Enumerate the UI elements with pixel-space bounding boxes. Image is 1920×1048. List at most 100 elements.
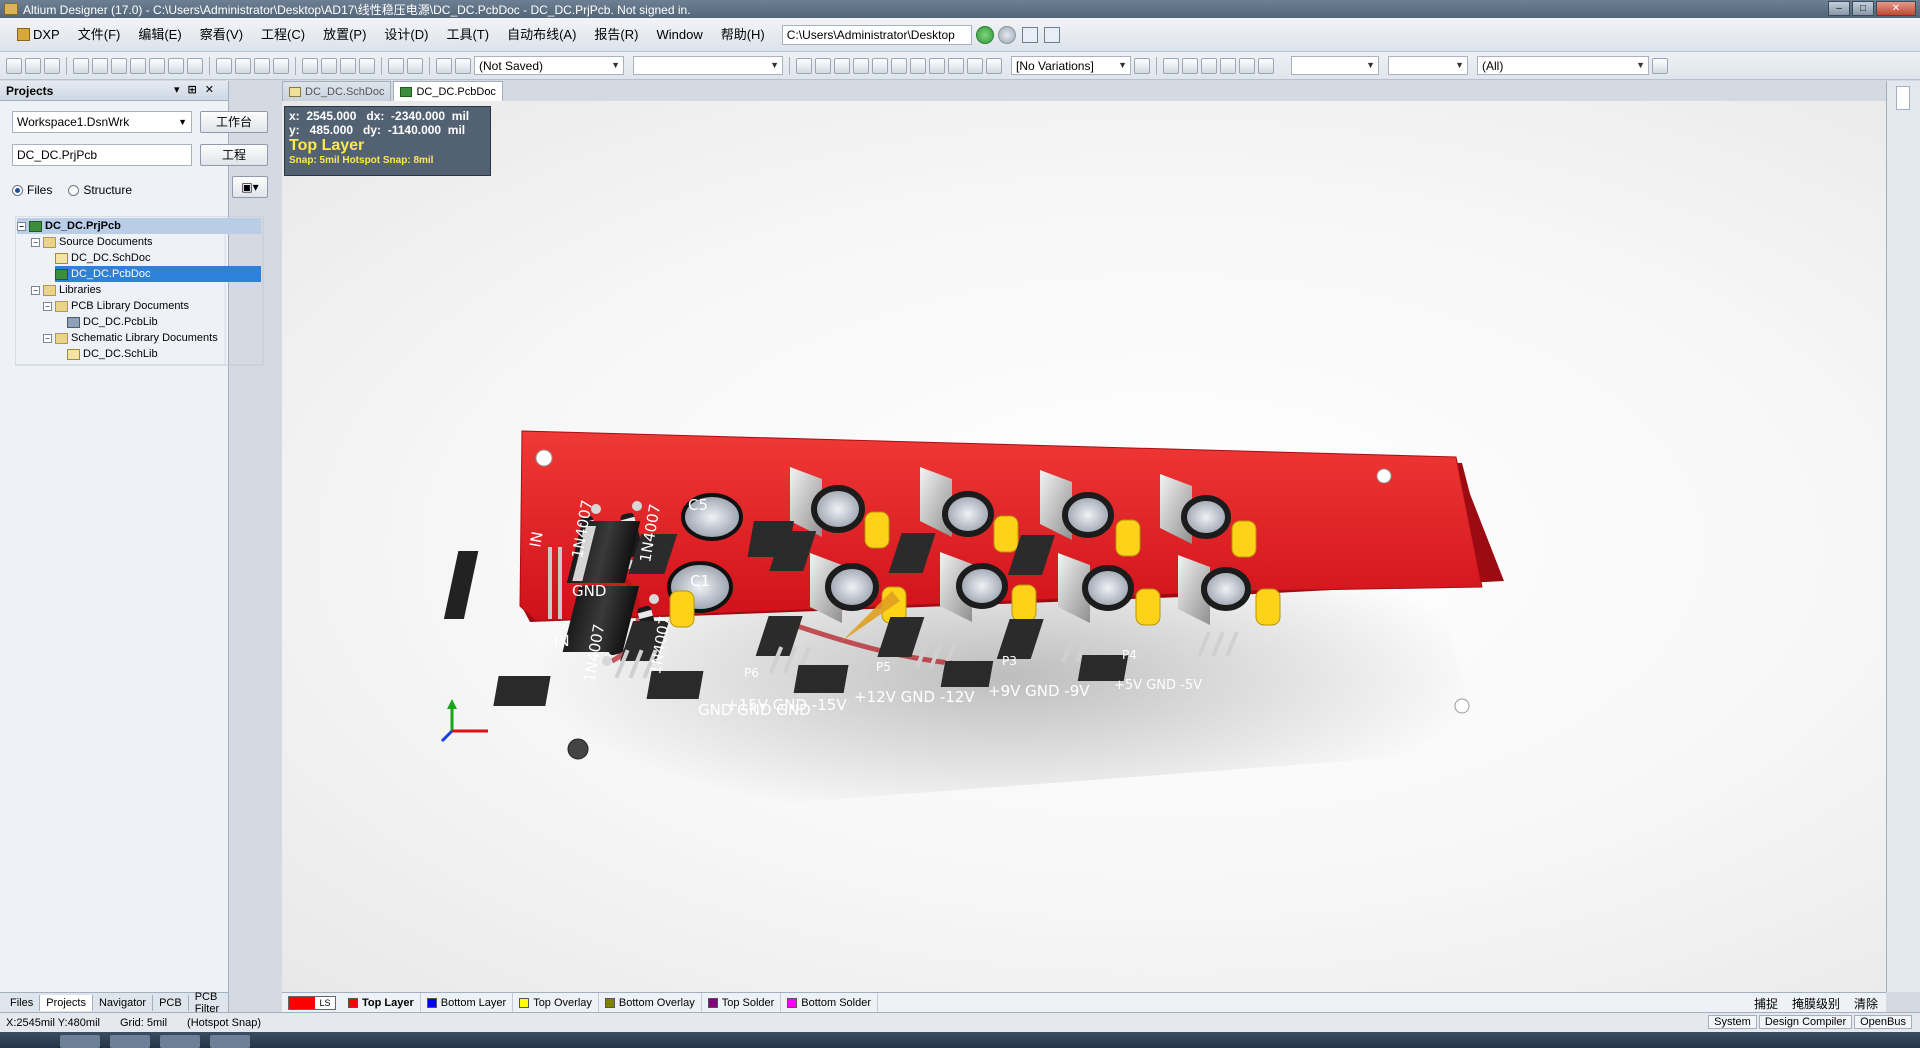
side-panel-toggle[interactable] (1896, 86, 1910, 110)
print-icon[interactable] (73, 57, 89, 74)
layer-tab-bottom-layer[interactable]: Bottom Layer (421, 992, 514, 1013)
menu-edit[interactable]: 编辑(E) (129, 24, 190, 46)
openbus-button[interactable]: OpenBus (1854, 1015, 1912, 1029)
saved-state-combo[interactable]: (Not Saved) ▼ (474, 56, 624, 75)
tree-item-schlib[interactable]: DC_DC.SchLib (67, 346, 158, 362)
doc-tab-schdoc[interactable]: DC_DC.SchDoc (282, 81, 392, 101)
menu-file[interactable]: 文件(F) (69, 24, 130, 46)
empty-combo[interactable]: ▼ (633, 56, 783, 75)
crossprobe-icon[interactable] (436, 57, 452, 74)
workspace-select[interactable]: Workspace1.DsnWrk ▼ (12, 111, 192, 133)
mask-level-button[interactable]: 掩膜级别 (1792, 995, 1840, 1012)
collapse-icon[interactable]: − (31, 285, 40, 295)
clear-button[interactable]: 清除 (1854, 995, 1878, 1012)
select-area-icon[interactable] (302, 57, 318, 74)
menu-window[interactable]: Window (647, 24, 711, 46)
multi-route-icon[interactable] (834, 57, 850, 74)
filter-all-combo[interactable]: (All) ▼ (1477, 56, 1649, 75)
project-options-button[interactable]: ▣▾ (232, 176, 268, 198)
cut-icon[interactable] (216, 57, 232, 74)
home-icon[interactable] (1021, 26, 1038, 43)
move-icon[interactable] (321, 57, 337, 74)
tree-item-project[interactable]: − DC_DC.PrjPcb (17, 218, 261, 234)
back-icon[interactable] (975, 25, 994, 44)
undo-icon[interactable] (388, 57, 404, 74)
tab-projects[interactable]: Projects (40, 994, 93, 1011)
string-icon[interactable] (967, 57, 983, 74)
tab-pcb[interactable]: PCB (153, 994, 189, 1011)
pad-icon[interactable] (872, 57, 888, 74)
workspace-button[interactable]: 工作台 (200, 111, 268, 133)
taskbar-app-icon[interactable] (210, 1035, 250, 1048)
taskbar-app-icon[interactable] (110, 1035, 150, 1048)
variant-manager-icon[interactable] (1134, 57, 1150, 74)
taskbar-app-icon[interactable] (160, 1035, 200, 1048)
design-compiler-button[interactable]: Design Compiler (1758, 1015, 1853, 1029)
print-preview-icon[interactable] (92, 57, 108, 74)
menu-design[interactable]: 设计(D) (375, 24, 437, 46)
menu-autoroute[interactable]: 自动布线(A) (498, 24, 585, 46)
tree-item-libraries[interactable]: − Libraries (31, 282, 101, 298)
maximize-button[interactable]: □ (1852, 1, 1874, 16)
arc-icon[interactable] (853, 57, 869, 74)
filter-icon[interactable] (187, 57, 203, 74)
collapse-icon[interactable]: − (17, 221, 26, 231)
zoom-area-icon[interactable] (149, 57, 165, 74)
menu-view[interactable]: 察看(V) (191, 24, 252, 46)
filter-combo-2[interactable]: ▼ (1388, 56, 1468, 75)
project-button[interactable]: 工程 (200, 144, 268, 166)
layer-tab-bottom-solder[interactable]: Bottom Solder (781, 992, 878, 1013)
tab-navigator[interactable]: Navigator (93, 994, 154, 1011)
layer-tab-top-solder[interactable]: Top Solder (702, 992, 782, 1013)
project-field[interactable]: DC_DC.PrjPcb (12, 144, 192, 166)
menu-dxp[interactable]: DXP (8, 24, 69, 46)
deselect-icon[interactable] (340, 57, 356, 74)
via-icon[interactable] (891, 57, 907, 74)
tree-item-pcbdoc[interactable]: DC_DC.PcbDoc (55, 266, 261, 282)
diff-pair-icon[interactable] (815, 57, 831, 74)
snap-button[interactable]: 捕捉 (1754, 995, 1778, 1012)
tree-item-pcblib[interactable]: DC_DC.PcbLib (67, 314, 158, 330)
refresh-icon[interactable] (1043, 26, 1060, 43)
current-layer-color[interactable]: LS (288, 995, 336, 1010)
collapse-icon[interactable]: − (31, 237, 40, 247)
clear-highlight-icon[interactable] (1652, 57, 1668, 74)
fill-icon[interactable] (929, 57, 945, 74)
path-field[interactable]: C:\Users\Administrator\Desktop (781, 24, 972, 45)
new-icon[interactable] (6, 57, 22, 74)
variations-combo[interactable]: [No Variations] ▼ (1011, 56, 1131, 75)
rooms-icon[interactable] (1220, 57, 1236, 74)
grids-icon[interactable] (1258, 57, 1274, 74)
polygon-icon[interactable] (948, 57, 964, 74)
dimensions-icon[interactable] (1239, 57, 1255, 74)
pcb-3d-view[interactable]: IN GND IN 1N4007 1N4007 1N4007 1N4007 C5… (282, 101, 1886, 992)
find-select-icon[interactable] (1201, 57, 1217, 74)
doc-tab-pcbdoc[interactable]: DC_DC.PcbDoc (393, 81, 503, 101)
component-icon[interactable] (986, 57, 1002, 74)
open-icon[interactable] (25, 57, 41, 74)
open-folder-icon[interactable] (111, 57, 127, 74)
collapse-icon[interactable]: − (43, 333, 52, 343)
tree-item-schdoc[interactable]: DC_DC.SchDoc (55, 250, 150, 266)
layer-tab-top-overlay[interactable]: Top Overlay (513, 992, 599, 1013)
files-radio[interactable]: Files (12, 183, 52, 197)
tree-item-schematic-library-documents[interactable]: − Schematic Library Documents (43, 330, 218, 346)
tab-files[interactable]: Files (4, 994, 41, 1011)
panel-controls[interactable]: ▾⊞✕ (174, 83, 222, 96)
minimize-button[interactable]: – (1828, 1, 1850, 16)
utility-tools-icon[interactable] (1163, 57, 1179, 74)
close-button[interactable]: ✕ (1876, 1, 1916, 16)
rubber-stamp-icon[interactable] (273, 57, 289, 74)
paste-icon[interactable] (254, 57, 270, 74)
tree-item-source-documents[interactable]: − Source Documents (31, 234, 153, 250)
redo-icon[interactable] (407, 57, 423, 74)
zoom-fit-icon[interactable] (130, 57, 146, 74)
browse-icon[interactable] (455, 57, 471, 74)
collapse-icon[interactable]: − (43, 301, 52, 311)
menu-help[interactable]: 帮助(H) (712, 24, 774, 46)
structure-radio[interactable]: Structure (68, 183, 132, 197)
layer-tab-top-layer[interactable]: Top Layer (342, 992, 421, 1013)
menu-project[interactable]: 工程(C) (252, 24, 314, 46)
arc-edge-icon[interactable] (910, 57, 926, 74)
align-icon[interactable] (1182, 57, 1198, 74)
